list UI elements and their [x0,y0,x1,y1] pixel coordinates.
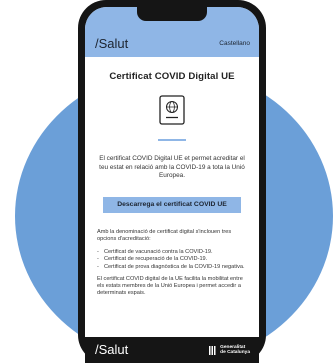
main-content: Certificat COVID Digital UE El certifica… [85,71,259,297]
list-item: Certificat de recuperació de la COVID-19… [97,256,247,263]
passport-icon [159,95,185,125]
intro-text: El certificat COVID Digital UE et permet… [99,155,245,180]
list-item: Certificat de vacunació contra la COVID-… [97,249,247,256]
page-title: Certificat COVID Digital UE [109,71,235,82]
generalitat-line2: de Catalunya [220,350,250,355]
details-intro-text: Amb la denominació de certificat digital… [97,228,232,242]
generalitat-logo[interactable]: Generalitat de Catalunya [209,345,250,355]
phone-screen: /Salut Castellano Certificat COVID Digit… [85,7,259,363]
phone-notch [137,7,207,21]
details-outro-text: El certificat COVID digital de la UE fac… [97,275,243,297]
download-certificate-button[interactable]: Descarrega el certificat COVID UE [103,196,241,213]
salut-logo[interactable]: /Salut [95,36,128,51]
app-footer: /Salut Generalitat de Catalunya [85,337,259,363]
divider [158,139,186,141]
generalitat-logo-text: Generalitat de Catalunya [220,345,250,355]
list-item: Certificat de prova diagnòstica de la CO… [97,264,247,271]
language-switch-link[interactable]: Castellano [219,40,250,47]
footer-salut-logo[interactable]: /Salut [95,342,128,357]
options-list: Certificat de vacunació contra la COVID-… [97,249,247,271]
generalitat-emblem-icon [209,345,218,355]
details-section: Amb la denominació de certificat digital… [97,229,247,298]
